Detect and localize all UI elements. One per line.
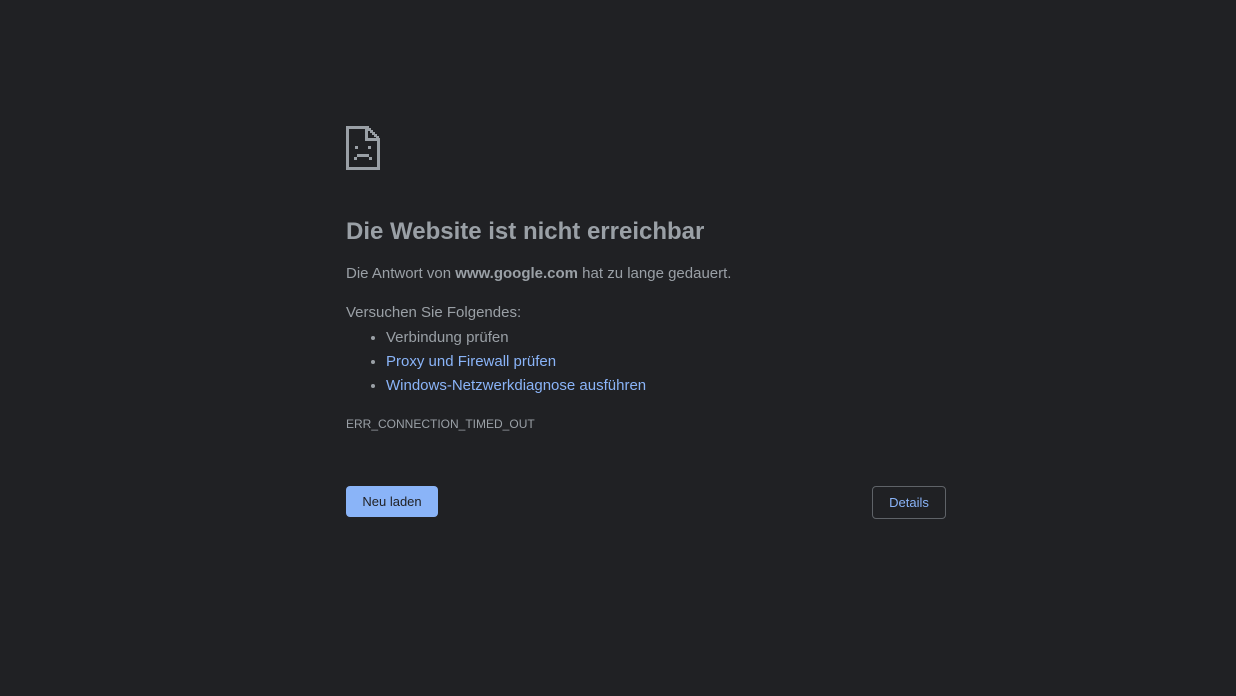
sad-page-icon xyxy=(346,126,380,170)
suggestion-network-diagnostics: Windows-Netzwerkdiagnose ausführen xyxy=(386,374,646,398)
suggestions-list: Verbindung prüfen Proxy und Firewall prü… xyxy=(346,326,646,398)
description-prefix: Die Antwort von xyxy=(346,265,456,282)
host-name: www.google.com xyxy=(455,265,579,282)
error-code: ERR_CONNECTION_TIMED_OUT xyxy=(346,417,535,431)
details-button[interactable]: Details xyxy=(872,486,946,519)
reload-button[interactable]: Neu laden xyxy=(346,486,438,517)
page-title: Die Website ist nicht erreichbar xyxy=(346,218,705,245)
error-page-container: Die Website ist nicht erreichbar Die Ant… xyxy=(346,126,946,519)
suggestion-check-connection: Verbindung prüfen xyxy=(386,326,646,350)
network-diagnostics-link[interactable]: Windows-Netzwerkdiagnose ausführen xyxy=(386,377,646,394)
suggestion-check-proxy-firewall: Proxy und Firewall prüfen xyxy=(386,350,646,374)
suggestions-label: Versuchen Sie Folgendes: xyxy=(346,304,522,321)
proxy-firewall-link[interactable]: Proxy und Firewall prüfen xyxy=(386,353,556,370)
description-suffix: hat zu lange gedauert. xyxy=(578,265,732,282)
error-description: Die Antwort von www.google.com hat zu la… xyxy=(346,265,731,282)
